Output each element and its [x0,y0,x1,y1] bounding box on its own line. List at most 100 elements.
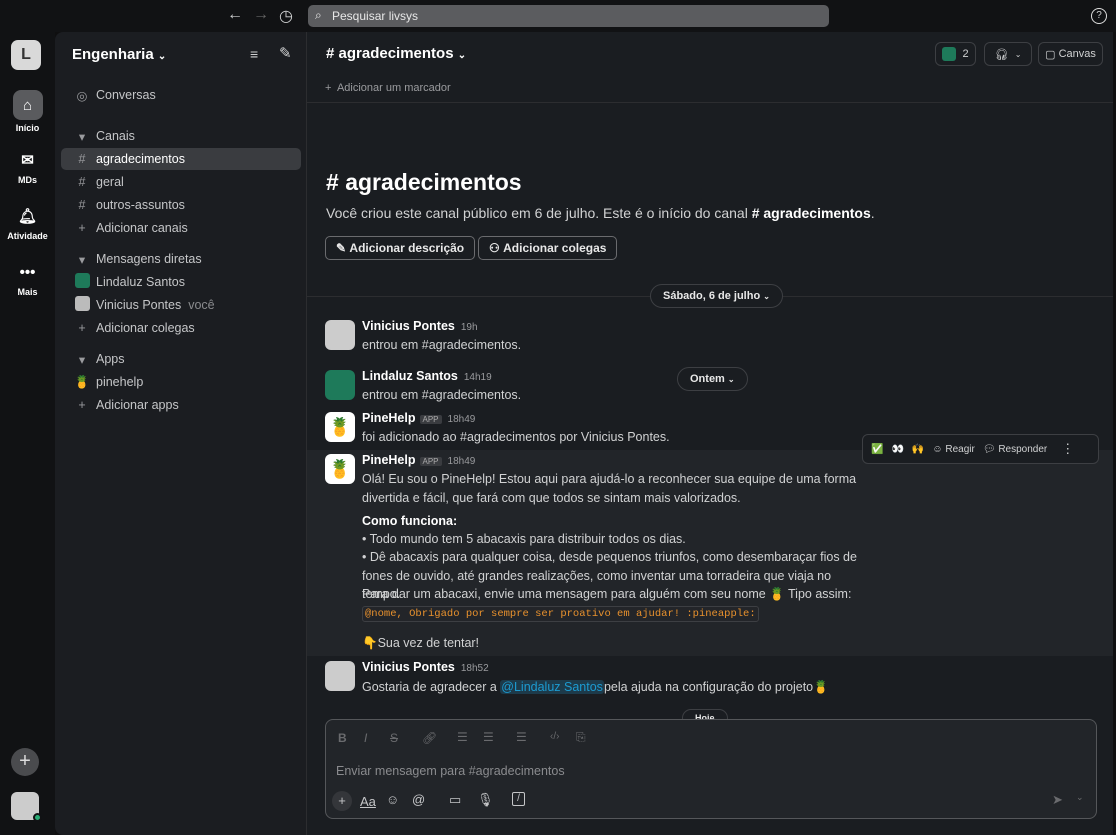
code-example: @nome, Obrigado por sempre ser proativo … [362,603,922,624]
strikethrough-icon[interactable]: S [390,731,398,745]
sidebar-channel-outros-assuntos[interactable]: # outros-assuntos [61,194,301,216]
workspace-name[interactable]: Engenharia ⌄ [72,46,166,63]
add-colleagues[interactable]: + Adicionar colegas [61,317,301,339]
pineapple-emoji: 🍍 [769,587,785,601]
channel-title[interactable]: # agradecimentos ⌄ [326,45,466,62]
rail-item-atividade[interactable]: 🔔︎ Atividade [0,204,55,241]
label: Adicionar colegas [96,321,195,335]
bullet-list-icon[interactable]: ☰ [483,730,494,744]
section-canais[interactable]: ▾ Canais [61,125,301,147]
microphone-icon[interactable]: 🎙︎ [477,792,494,808]
search-input[interactable]: ⌕ Pesquisar livsys [308,5,829,27]
label: Apps [96,352,125,366]
code-icon[interactable]: ‹/› [550,731,559,742]
emoji-icon[interactable]: ☺ [386,792,399,807]
sidebar-app-pinehelp[interactable]: 🍍 pinehelp [61,371,301,393]
chevron-down-icon[interactable]: ⌄ [1076,792,1084,803]
huddle-button[interactable]: 🎧︎ ⌄ [984,42,1032,66]
compose-icon[interactable]: ✎ [279,44,292,62]
timestamp[interactable]: 19h [461,322,478,333]
avatar[interactable] [325,661,355,691]
section-mensagens-diretas[interactable]: ▾ Mensagens diretas [61,248,301,270]
arrow-left-icon[interactable]: ← [227,6,243,24]
sidebar-dm-vinicius[interactable]: Vinicius Pontes você [61,294,301,316]
chevron-down-icon: ⌄ [157,51,167,62]
name: PineHelp [362,453,416,467]
question-icon[interactable]: ? [1091,8,1107,24]
add-apps[interactable]: + Adicionar apps [61,394,301,416]
name: Lindaluz Santos [362,369,458,383]
members-button[interactable]: 2 [935,42,976,66]
add-colleagues-button[interactable]: ⚇ Adicionar colegas [478,236,618,260]
react-button[interactable]: ☺ Reagir [932,444,974,455]
online-status-icon [33,813,42,822]
add-description-button[interactable]: ✎ Adicionar descrição [325,236,476,260]
avatar[interactable] [325,370,355,400]
chevron-down-icon: ⌄ [457,50,467,61]
clock-icon[interactable]: ◷ [279,6,293,26]
author[interactable]: PineHelp APP 18h49 [362,453,475,467]
mention-icon[interactable]: @ [412,792,425,807]
link-icon[interactable]: 🔗︎ [422,731,437,745]
rail-label: MDs [17,175,37,185]
bold-icon[interactable]: B [338,731,347,745]
slash-command-icon[interactable]: / [512,792,525,806]
author[interactable]: PineHelp APP 18h49 [362,411,475,425]
sidebar-channel-geral[interactable]: # geral [61,171,301,193]
channel-link[interactable]: # agradecimentos [752,205,871,221]
section-apps[interactable]: ▾ Apps [61,348,301,370]
date-divider[interactable]: Sábado, 6 de julho ⌄ [650,284,783,308]
video-icon[interactable]: ▭ [449,792,461,808]
check-emoji-button[interactable]: ✅ [871,444,883,455]
arrow-right-icon[interactable]: → [253,6,269,24]
timestamp[interactable]: 14h19 [464,372,492,383]
message-input[interactable]: Enviar mensagem para #agradecimentos [336,764,1076,778]
add-workspace-button[interactable]: + [11,748,39,776]
sidebar-dm-lindaluz[interactable]: Lindaluz Santos [61,271,301,293]
add-channels[interactable]: + Adicionar canais [61,217,301,239]
ordered-list-icon[interactable]: ☰ [457,730,468,744]
raised-hands-emoji-button[interactable]: 🙌 [912,444,924,455]
add-bookmark[interactable]: + Adicionar um marcador [325,82,451,94]
author[interactable]: Vinicius Pontes 19h [362,319,478,333]
label: Mensagens diretas [96,252,202,266]
avatar[interactable] [325,320,355,350]
rail-item-inicio[interactable]: ⌂ Início [0,90,55,133]
rail-item-mds[interactable]: ✉ MDs [0,148,55,185]
reply-button[interactable]: 💬︎ Responder [983,444,1047,455]
instructions: Para dar um abacaxi, envie uma mensagem … [362,585,922,604]
code-block-icon[interactable]: ⎘ [576,730,586,745]
pineapple-avatar[interactable]: 🍍 [325,412,355,442]
plus-icon[interactable]: + [332,791,352,811]
code: @nome, Obrigado por sempre ser proativo … [362,606,759,622]
user-mention[interactable]: @Lindaluz Santos [500,680,604,694]
timestamp[interactable]: 18h49 [448,414,476,425]
divider [307,102,1113,103]
app-badge: APP [419,415,442,424]
formatting-button[interactable]: Aa [360,794,376,809]
italic-icon[interactable]: I [364,731,367,745]
canvas-button[interactable]: ▢ Canvas [1038,42,1103,66]
sidebar-item-conversas[interactable]: ◎ Conversas [61,84,301,106]
sidebar-channel-agradecimentos[interactable]: # agradecimentos [61,148,301,170]
canvas-icon: ▢ [1045,48,1056,61]
name: Vinicius Pontes [362,319,455,333]
author[interactable]: Vinicius Pontes 18h52 [362,660,489,674]
text: . [870,205,875,221]
label: Reagir [945,443,975,455]
blockquote-icon[interactable]: ☰ [516,730,527,744]
filter-icon[interactable]: ≡ [250,46,258,62]
eyes-emoji-button[interactable]: 👀 [891,444,903,455]
send-icon[interactable]: ➤ [1052,792,1063,808]
workspace-icon[interactable]: L [11,40,41,70]
message-composer: B I S 🔗︎ ☰ ☰ ☰ ‹/› ⎘ Enviar mensagem par… [325,719,1097,819]
more-actions-icon[interactable]: ⋮ [1061,441,1074,457]
timestamp[interactable]: 18h52 [461,663,489,674]
rail-item-mais[interactable]: ••• Mais [0,260,55,298]
author[interactable]: Lindaluz Santos 14h19 [362,369,492,383]
count: 2 [962,48,969,60]
timestamp[interactable]: 18h49 [448,456,476,467]
pineapple-avatar[interactable]: 🍍 [325,454,355,484]
you-label: você [188,298,215,312]
name: PineHelp [362,411,416,425]
